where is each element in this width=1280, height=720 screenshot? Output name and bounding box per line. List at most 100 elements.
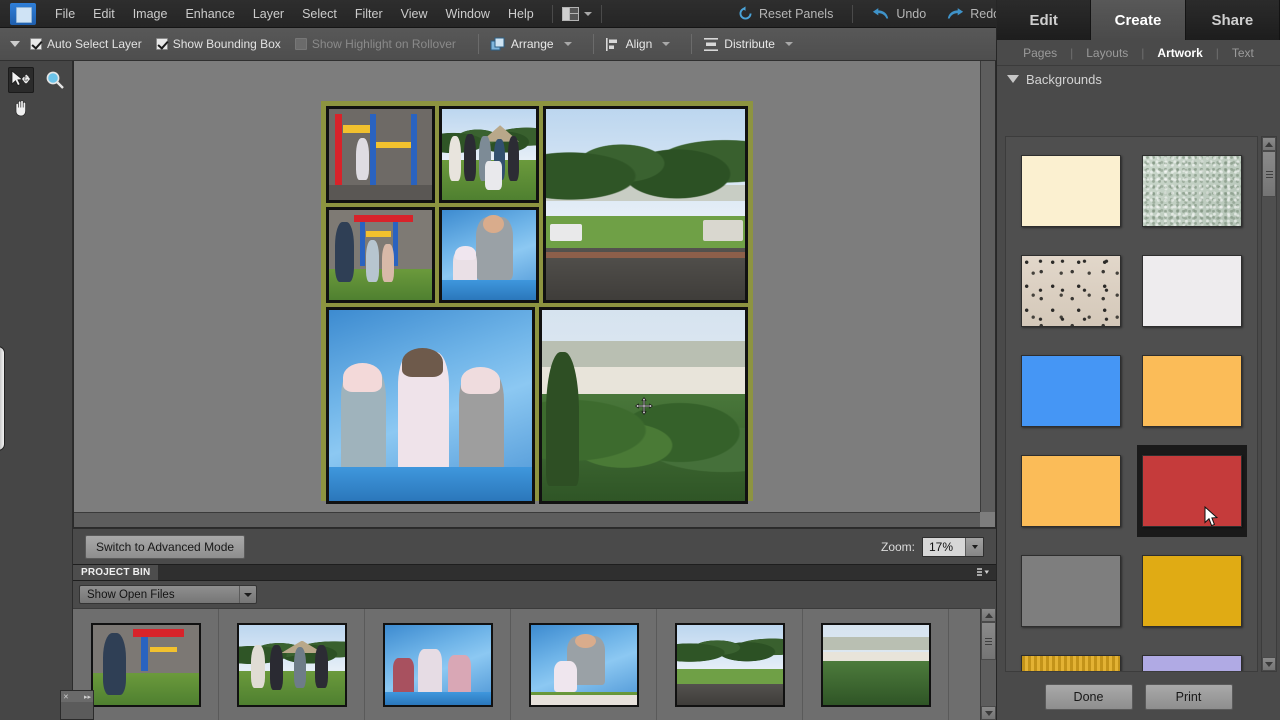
menu-view[interactable]: View: [392, 3, 437, 25]
layout-switcher[interactable]: [561, 6, 592, 21]
scroll-up-arrow-icon[interactable]: [981, 608, 996, 622]
arrange-menu[interactable]: Arrange: [487, 35, 575, 54]
project-bin-scrollbar[interactable]: [980, 608, 996, 720]
auto-select-layer-option[interactable]: Auto Select Layer: [30, 37, 142, 51]
scrollbar-thumb[interactable]: [1262, 151, 1276, 197]
bin-filter-select[interactable]: Show Open Files: [79, 585, 257, 604]
photo-river-trees-view[interactable]: [539, 307, 748, 504]
tab-edit[interactable]: Edit: [997, 0, 1092, 40]
done-button[interactable]: Done: [1044, 684, 1133, 710]
swatch-cell-blue[interactable]: [1016, 345, 1127, 437]
panel-menu-icon[interactable]: [977, 567, 990, 578]
swatch-red[interactable]: [1141, 455, 1242, 527]
scroll-down-arrow-icon[interactable]: [1262, 657, 1276, 671]
swatch-cell-lavender[interactable]: [1137, 645, 1248, 671]
swatch-cream[interactable]: [1021, 155, 1122, 227]
bin-thumb-river[interactable]: [803, 609, 949, 720]
photo-playground-kids[interactable]: [326, 206, 435, 303]
bin-thumb-playground[interactable]: [73, 609, 219, 720]
selection-handle-se[interactable]: [746, 502, 748, 504]
swatch-lavender[interactable]: [1141, 655, 1242, 671]
hand-tool[interactable]: [8, 95, 34, 121]
zoom-tool[interactable]: [42, 67, 68, 93]
swatch-speckled-tan[interactable]: [1021, 255, 1122, 327]
photo-park-panorama-road[interactable]: [542, 106, 748, 303]
menu-image[interactable]: Image: [124, 3, 177, 25]
selection-handle-w[interactable]: [539, 402, 541, 409]
options-expand-icon[interactable]: [10, 41, 20, 47]
align-menu[interactable]: Align: [602, 35, 674, 54]
swatch-cell-speckled-tan[interactable]: [1016, 245, 1127, 337]
subtab-text[interactable]: Text: [1219, 46, 1267, 60]
photo-tent-father-child[interactable]: [438, 206, 539, 303]
subtab-artwork[interactable]: Artwork: [1144, 46, 1215, 60]
zoom-combo[interactable]: 17%: [922, 536, 984, 557]
tab-share[interactable]: Share: [1185, 0, 1280, 40]
swatch-gold-stripe[interactable]: [1021, 655, 1122, 671]
undo-button[interactable]: Undo: [862, 4, 936, 24]
show-bounding-box-checkbox[interactable]: [155, 38, 168, 50]
menu-filter[interactable]: Filter: [346, 3, 392, 25]
selection-handle-nw[interactable]: [539, 307, 541, 309]
swatch-gray[interactable]: [1021, 555, 1122, 627]
move-tool[interactable]: [8, 67, 34, 93]
switch-to-advanced-mode-button[interactable]: Switch to Advanced Mode: [85, 534, 246, 559]
photo-tent-three-girls[interactable]: [326, 307, 535, 504]
swatch-orange-2[interactable]: [1021, 455, 1122, 527]
selection-handle-ne[interactable]: [746, 307, 748, 309]
tab-create[interactable]: Create: [1091, 0, 1186, 40]
auto-select-layer-checkbox[interactable]: [30, 38, 42, 50]
zoom-dropdown-button[interactable]: [965, 537, 983, 556]
bin-thumb-tent-girls[interactable]: [365, 609, 511, 720]
print-button[interactable]: Print: [1144, 684, 1233, 710]
floating-palette[interactable]: ✕ ▸▸: [60, 690, 94, 720]
swatch-cell-white[interactable]: [1137, 245, 1248, 337]
swatch-cell-gold-stripe[interactable]: [1016, 645, 1127, 671]
swatch-cell-red[interactable]: [1136, 445, 1247, 537]
swatch-gold[interactable]: [1141, 555, 1242, 627]
scroll-down-arrow-icon[interactable]: [981, 706, 996, 720]
menu-layer[interactable]: Layer: [244, 3, 293, 25]
panel-scrollbar[interactable]: [1261, 136, 1277, 672]
canvas-horizontal-scrollbar[interactable]: [74, 512, 980, 527]
menu-help[interactable]: Help: [499, 3, 543, 25]
menu-select[interactable]: Select: [293, 3, 346, 25]
swatch-blue[interactable]: [1021, 355, 1122, 427]
menu-file[interactable]: File: [46, 3, 84, 25]
scroll-up-arrow-icon[interactable]: [1262, 137, 1276, 151]
selection-handle-n[interactable]: [640, 307, 647, 309]
canvas-vertical-scrollbar[interactable]: [980, 61, 995, 512]
menu-enhance[interactable]: Enhance: [176, 3, 243, 25]
collage-document[interactable]: [321, 101, 753, 504]
collapsed-panel-handle[interactable]: [0, 346, 5, 451]
backgrounds-section-header[interactable]: Backgrounds: [997, 66, 1280, 92]
floating-palette-titlebar[interactable]: ✕ ▸▸: [61, 691, 93, 702]
swatch-green-texture[interactable]: [1141, 155, 1242, 227]
disclosure-triangle-icon[interactable]: [1007, 75, 1019, 83]
swatch-cell-gold[interactable]: [1137, 545, 1248, 637]
swatch-cell-green-texture[interactable]: [1137, 145, 1248, 237]
swatch-cell-gray[interactable]: [1016, 545, 1127, 637]
zoom-input[interactable]: 17%: [923, 540, 965, 554]
swatch-cell-cream[interactable]: [1016, 145, 1127, 237]
selection-handle-s[interactable]: [640, 502, 647, 504]
show-bounding-box-option[interactable]: Show Bounding Box: [155, 37, 281, 51]
subtab-layouts[interactable]: Layouts: [1073, 46, 1141, 60]
swatch-cell-orange-2[interactable]: [1016, 445, 1127, 537]
bin-filter-arrow[interactable]: [239, 586, 256, 603]
close-icon[interactable]: ✕: [63, 693, 69, 701]
bin-thumb-tent-father[interactable]: [511, 609, 657, 720]
menu-edit[interactable]: Edit: [84, 3, 124, 25]
document-canvas[interactable]: [73, 61, 996, 528]
swatch-cell-orange[interactable]: [1137, 345, 1248, 437]
project-bin-tab[interactable]: PROJECT BIN: [73, 565, 159, 580]
expand-icon[interactable]: ▸▸: [84, 693, 91, 701]
scrollbar-thumb[interactable]: [981, 622, 996, 660]
selection-handle-sw[interactable]: [539, 502, 541, 504]
swatch-white[interactable]: [1141, 255, 1242, 327]
photo-playground-slide[interactable]: [326, 106, 435, 203]
reset-panels-button[interactable]: Reset Panels: [728, 3, 843, 24]
menu-window[interactable]: Window: [437, 3, 499, 25]
selection-handle-e[interactable]: [746, 402, 748, 409]
distribute-menu[interactable]: Distribute: [700, 35, 796, 54]
